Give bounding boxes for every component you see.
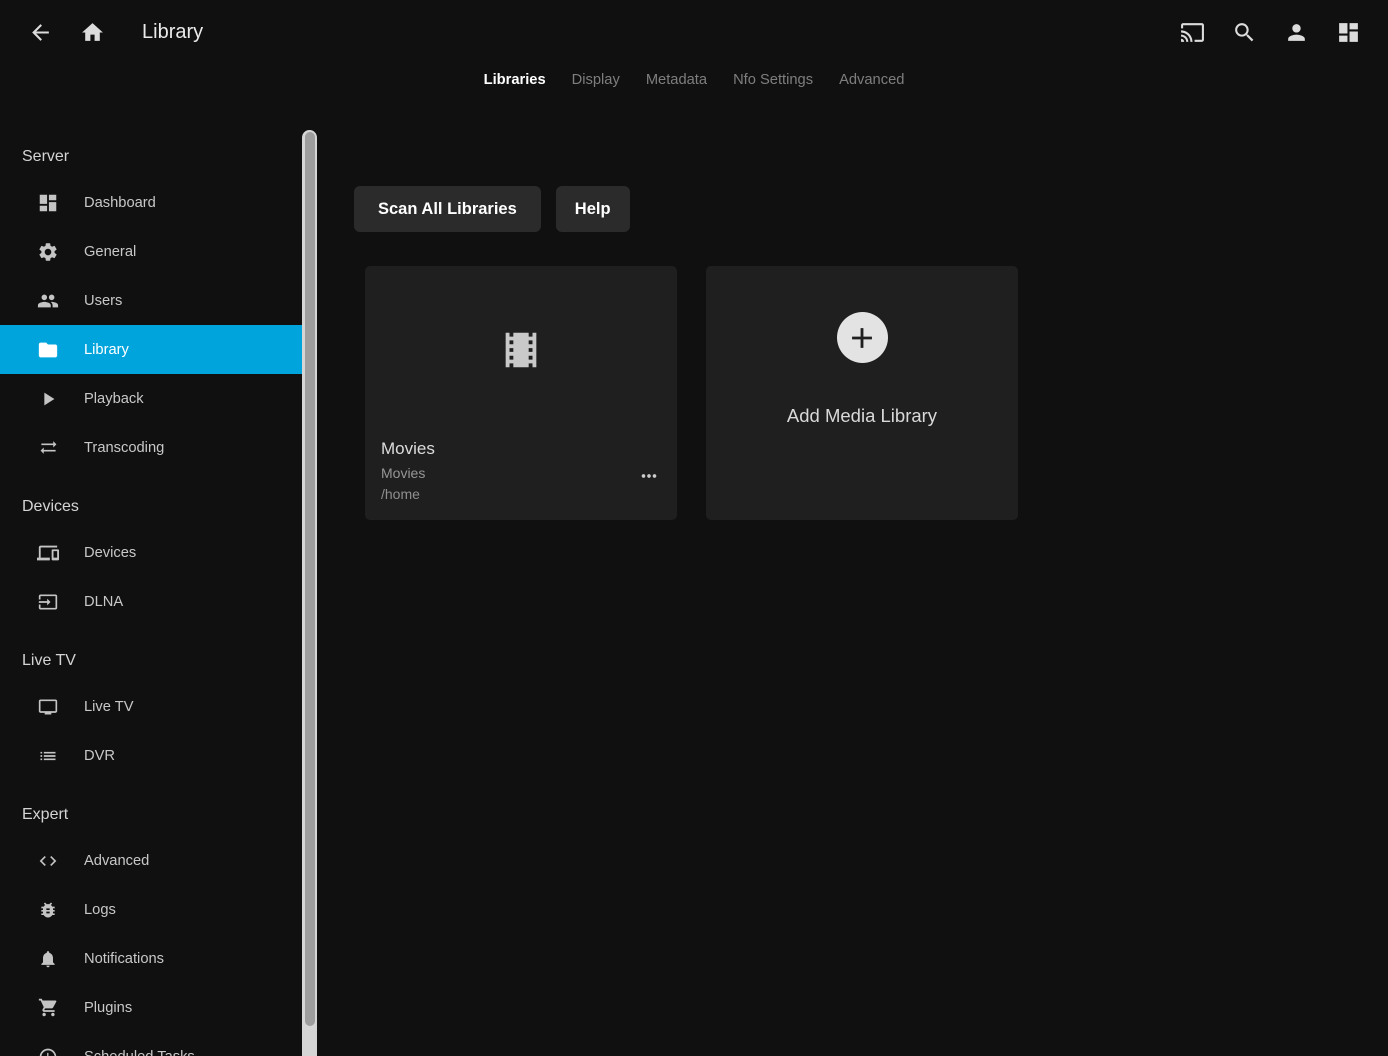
cast-button[interactable] <box>1166 6 1218 58</box>
sidebar-section-server: Server Dashboard General Users Library P… <box>0 130 317 472</box>
sidebar-section-devices: Devices Devices DLNA <box>0 480 317 626</box>
sidebar-item-livetv[interactable]: Live TV <box>0 682 303 731</box>
person-icon <box>1284 20 1309 45</box>
sidebar-item-label: Playback <box>84 391 144 407</box>
sidebar-item-plugins[interactable]: Plugins <box>0 983 303 1032</box>
sidebar-item-devices[interactable]: Devices <box>0 528 303 577</box>
sidebar-item-notifications[interactable]: Notifications <box>0 934 303 983</box>
input-icon <box>36 590 60 614</box>
arrow-back-icon <box>28 20 53 45</box>
sidebar-item-label: Live TV <box>84 699 134 715</box>
dashboard-menu-button[interactable] <box>1322 6 1374 58</box>
sidebar-item-label: Transcoding <box>84 440 164 456</box>
dashboard-icon <box>36 191 60 215</box>
library-card-text: Movies Movies /home <box>365 434 677 504</box>
library-path: /home <box>381 485 661 504</box>
back-button[interactable] <box>14 6 66 58</box>
bell-icon <box>36 947 60 971</box>
sidebar-item-logs[interactable]: Logs <box>0 885 303 934</box>
cast-icon <box>1180 20 1205 45</box>
list-icon <box>36 744 60 768</box>
sidebar-section-header: Devices <box>0 480 317 528</box>
sidebar-item-label: Logs <box>84 902 116 918</box>
tab-display[interactable]: Display <box>559 64 633 96</box>
sidebar-section-expert: Expert Advanced Logs Notifications Plugi… <box>0 788 317 1056</box>
sidebar-section-header: Live TV <box>0 634 317 682</box>
tab-nfo-settings[interactable]: Nfo Settings <box>720 64 826 96</box>
library-type: Movies <box>381 464 661 483</box>
dashboard-grid-icon <box>1336 20 1361 45</box>
add-media-library-label: Add Media Library <box>787 405 937 427</box>
sidebar-section-livetv: Live TV Live TV DVR <box>0 634 317 780</box>
admin-sidebar: Server Dashboard General Users Library P… <box>0 130 317 1056</box>
cart-icon <box>36 996 60 1020</box>
search-button[interactable] <box>1218 6 1270 58</box>
tab-advanced[interactable]: Advanced <box>826 64 917 96</box>
sidebar-item-label: Library <box>84 342 129 358</box>
page-title: Library <box>142 21 203 44</box>
sidebar-item-label: General <box>84 244 136 260</box>
film-icon <box>498 327 544 373</box>
sidebar-item-library[interactable]: Library <box>0 325 303 374</box>
home-icon <box>80 20 105 45</box>
library-more-button[interactable] <box>631 458 667 494</box>
tab-metadata[interactable]: Metadata <box>633 64 720 96</box>
sidebar-scrollbar-thumb[interactable] <box>305 132 315 1026</box>
sidebar-item-dvr[interactable]: DVR <box>0 731 303 780</box>
tv-icon <box>36 695 60 719</box>
more-horiz-icon <box>638 465 660 487</box>
sidebar-item-label: DLNA <box>84 594 123 610</box>
library-settings-page: Scan All Libraries Help Movies Movies /h… <box>317 130 1388 1056</box>
search-icon <box>1232 20 1257 45</box>
transcode-arrows-icon <box>36 436 60 460</box>
sidebar-item-playback[interactable]: Playback <box>0 374 303 423</box>
sidebar-item-general[interactable]: General <box>0 227 303 276</box>
users-icon <box>36 289 60 313</box>
sidebar-item-dlna[interactable]: DLNA <box>0 577 303 626</box>
sidebar-item-label: Plugins <box>84 1000 132 1016</box>
user-menu-button[interactable] <box>1270 6 1322 58</box>
gear-icon <box>36 240 60 264</box>
help-button[interactable]: Help <box>556 186 630 232</box>
scan-all-libraries-button[interactable]: Scan All Libraries <box>354 186 541 232</box>
sidebar-item-label: Users <box>84 293 122 309</box>
top-bar: Library <box>0 0 1388 64</box>
clock-icon <box>36 1045 60 1056</box>
add-media-library-card[interactable]: Add Media Library <box>706 266 1018 520</box>
sidebar-item-label: Devices <box>84 545 136 561</box>
sidebar-item-label: Notifications <box>84 951 164 967</box>
add-circle-icon <box>837 312 888 363</box>
play-icon <box>36 387 60 411</box>
sidebar-item-transcoding[interactable]: Transcoding <box>0 423 303 472</box>
library-name: Movies <box>381 438 661 461</box>
sidebar-item-advanced[interactable]: Advanced <box>0 836 303 885</box>
library-card-image <box>365 266 677 434</box>
sidebar-item-label: Advanced <box>84 853 149 869</box>
settings-tab-bar: Libraries Display Metadata Nfo Settings … <box>0 62 1388 98</box>
sidebar-item-label: Scheduled Tasks <box>84 1049 195 1056</box>
library-cards-row: Movies Movies /home Add Media Library <box>365 266 1388 520</box>
sidebar-item-label: DVR <box>84 748 115 764</box>
home-button[interactable] <box>66 6 118 58</box>
sidebar-scrollbar-track[interactable] <box>302 130 317 1056</box>
devices-icon <box>36 541 60 565</box>
bug-icon <box>36 898 60 922</box>
tab-libraries[interactable]: Libraries <box>471 64 559 96</box>
sidebar-section-header: Server <box>0 130 317 178</box>
code-icon <box>36 849 60 873</box>
sidebar-section-header: Expert <box>0 788 317 836</box>
sidebar-item-scheduled-tasks[interactable]: Scheduled Tasks <box>0 1032 303 1056</box>
sidebar-item-dashboard[interactable]: Dashboard <box>0 178 303 227</box>
sidebar-item-users[interactable]: Users <box>0 276 303 325</box>
folder-icon <box>36 338 60 362</box>
library-card-movies[interactable]: Movies Movies /home <box>365 266 677 520</box>
library-actions-row: Scan All Libraries Help <box>354 186 1388 232</box>
sidebar-item-label: Dashboard <box>84 195 156 211</box>
